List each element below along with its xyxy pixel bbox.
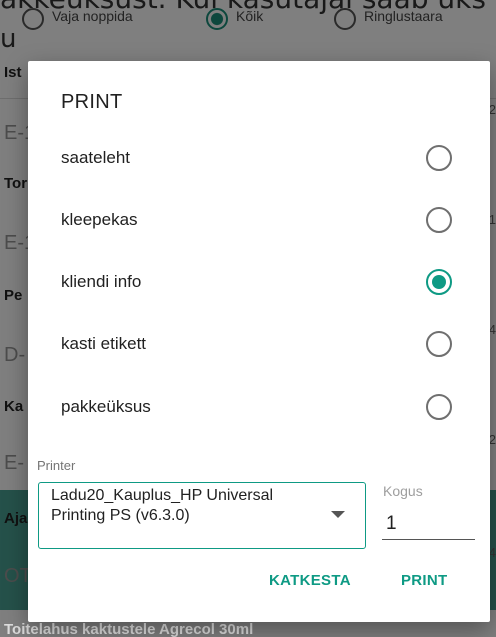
option-label: pakkeüksus [61,397,151,416]
option-pakkeuksus[interactable]: pakkeüksus [28,376,490,438]
radio-button[interactable] [426,394,452,420]
radio-button[interactable] [426,207,452,233]
radio-button-checked[interactable] [426,269,452,295]
option-saateleht[interactable]: saateleht [28,127,490,189]
option-kasti-etikett[interactable]: kasti etikett [28,313,490,375]
dialog-title: PRINT [61,91,123,113]
print-dialog: PRINT saateleht kleepekas kliendi info k… [28,61,490,622]
option-kleepekas[interactable]: kleepekas [28,189,490,251]
option-label: kasti etikett [61,334,147,353]
cancel-button[interactable]: KATKESTA [269,572,351,589]
radio-button[interactable] [426,145,452,171]
option-label: saateleht [61,148,130,167]
quantity-label: Kogus [383,483,423,499]
print-button[interactable]: PRINT [401,572,448,589]
option-label: kleepekas [61,210,138,229]
chevron-down-icon [331,511,345,518]
quantity-input[interactable]: 1 [382,510,475,540]
printer-select[interactable]: Ladu20_Kauplus_HP Universal Printing PS … [38,482,366,549]
radio-button[interactable] [426,331,452,357]
option-kliendi-info[interactable]: kliendi info [28,251,490,313]
list-item-title: Toitelahus kaktustele Agrecol 30ml [4,621,254,637]
printer-label: Printer [37,458,76,473]
printer-value: Ladu20_Kauplus_HP Universal Printing PS … [51,487,274,524]
quantity-value: 1 [386,513,397,534]
option-label: kliendi info [61,272,142,291]
